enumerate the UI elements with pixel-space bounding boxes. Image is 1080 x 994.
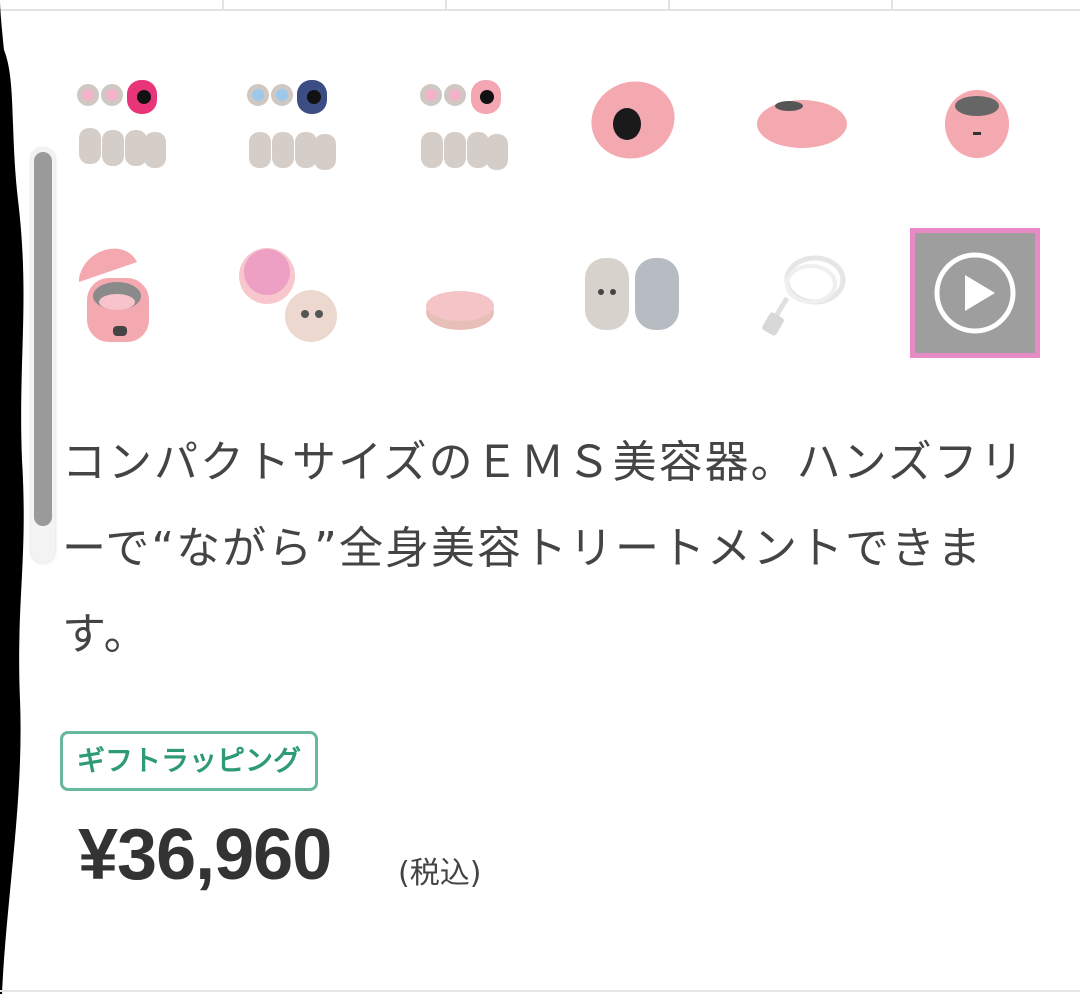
thumbnail-set-light-pink[interactable]: [395, 40, 525, 170]
tab-divider: [445, 0, 447, 9]
thumbnail-set-navy[interactable]: [225, 40, 355, 170]
top-tab-strip: [0, 0, 1080, 11]
image-gallery: [55, 40, 1055, 380]
product-description: コンパクトサイズのＥＭＳ美容器。ハンズフリーで“ながら”全身美容トリートメントで…: [62, 437, 1026, 660]
scrollbar-thumb[interactable]: [34, 152, 52, 526]
thumbnail-charging-case-open[interactable]: [55, 228, 185, 358]
tax-included-note: (税込): [398, 856, 482, 891]
thumbnail-device-back[interactable]: [905, 40, 1035, 170]
thumbnail-charging-base[interactable]: [395, 228, 525, 358]
thumbnail-gel-pads[interactable]: [565, 228, 695, 358]
product-price: ¥36,960: [78, 815, 332, 895]
thumbnail-usb-cable[interactable]: [735, 228, 865, 358]
left-screen-edge: [0, 0, 30, 994]
thumbnail-video[interactable]: [910, 228, 1040, 358]
divider: [0, 990, 1080, 992]
tab-divider: [891, 0, 893, 9]
scrollbar[interactable]: [31, 148, 55, 563]
thumbnail-pads-round[interactable]: [225, 228, 355, 358]
play-icon: [934, 252, 1016, 334]
thumbnail-device-front[interactable]: [565, 40, 695, 170]
thumbnail-set-pink[interactable]: [55, 40, 185, 170]
gift-wrapping-badge: ギフトラッピング: [60, 731, 319, 791]
thumbnail-device-side[interactable]: [735, 40, 865, 170]
tab-divider: [668, 0, 670, 9]
tab-divider: [222, 0, 224, 9]
